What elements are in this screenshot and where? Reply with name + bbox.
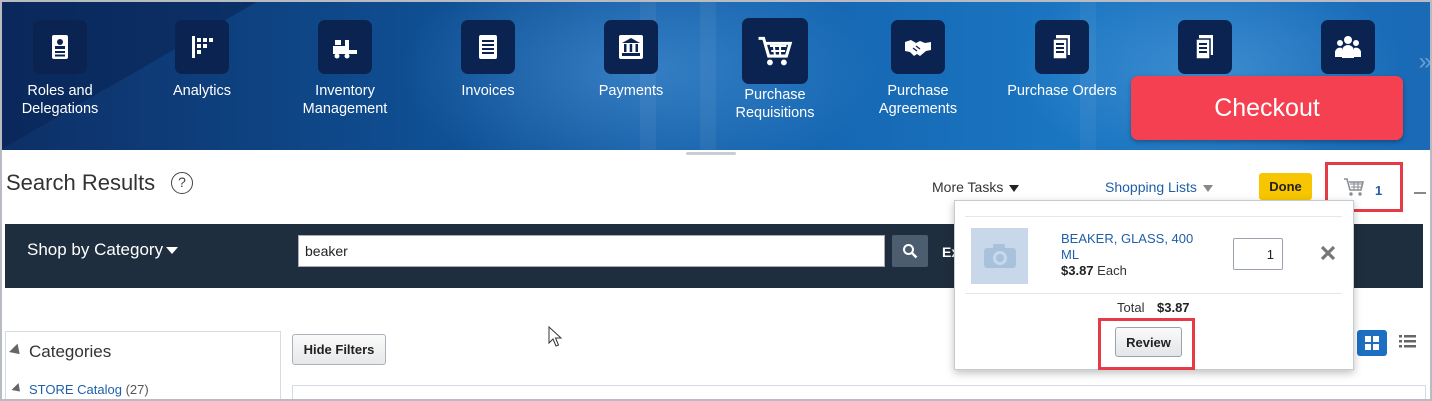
- nav-tile-team[interactable]: [1278, 20, 1418, 82]
- cart-item-name-link[interactable]: BEAKER, GLASS, 400 ML: [1061, 231, 1211, 263]
- done-button[interactable]: Done: [1259, 173, 1312, 200]
- nav-invoices[interactable]: Invoices: [418, 20, 558, 100]
- checkout-callout[interactable]: Checkout: [1131, 76, 1403, 140]
- shop-by-category-label: Shop by Category: [27, 240, 164, 259]
- inventory-icon: [318, 20, 372, 74]
- nav-label: Purchase: [744, 87, 806, 103]
- category-count: (27): [125, 382, 149, 397]
- shop-by-category-menu[interactable]: Shop by Category: [27, 240, 179, 260]
- handshake-icon: [891, 20, 945, 74]
- category-item-store-catalog[interactable]: STORE Catalog (27): [11, 382, 149, 397]
- search-input[interactable]: [298, 235, 885, 267]
- list-view-icon[interactable]: [1399, 334, 1417, 348]
- nav-tile-documents[interactable]: [1135, 20, 1275, 82]
- nav-label: Analytics: [172, 83, 232, 99]
- nav-more-chevron-icon[interactable]: »: [1419, 48, 1432, 76]
- nav-inventory-management[interactable]: Inventory Management: [275, 20, 415, 118]
- grid-view-icon: [1365, 336, 1379, 350]
- cart-total-label: Total: [1117, 300, 1145, 315]
- expand-triangle-icon: [9, 343, 24, 358]
- document-icon: [1035, 20, 1089, 74]
- category-label: STORE Catalog: [29, 382, 122, 397]
- categories-title: Categories: [29, 342, 112, 361]
- grid-view-button[interactable]: [1357, 330, 1387, 356]
- caret-down-icon: [1009, 184, 1020, 192]
- cart-total-value: $3.87: [1157, 300, 1190, 315]
- hide-filters-button[interactable]: Hide Filters: [292, 334, 386, 365]
- nav-label: Agreements: [878, 101, 958, 117]
- nav-label: Roles and: [27, 83, 93, 99]
- cart-item-price: $3.87 Each: [1061, 263, 1127, 278]
- nav-purchase-requisitions[interactable]: Purchase Requisitions: [705, 18, 845, 122]
- nav-label: Payments: [598, 83, 664, 99]
- document-icon: [1178, 20, 1232, 74]
- page-title: Search Results: [6, 170, 156, 195]
- nav-label: Requisitions: [735, 105, 815, 121]
- nav-payments[interactable]: Payments: [561, 20, 701, 100]
- nav-label: Management: [302, 101, 388, 117]
- mouse-pointer-icon: [548, 326, 562, 347]
- remove-item-icon[interactable]: [1319, 244, 1337, 262]
- roles-delegations-icon: [33, 20, 87, 74]
- shopping-lists-label: Shopping Lists: [1105, 179, 1197, 195]
- resize-grip[interactable]: [686, 152, 736, 155]
- invoices-icon: [461, 20, 515, 74]
- team-icon: [1321, 20, 1375, 74]
- nav-purchase-agreements[interactable]: Purchase Agreements: [848, 20, 988, 118]
- camera-placeholder-icon: [983, 244, 1016, 268]
- divider: [965, 293, 1342, 294]
- more-tasks-menu[interactable]: More Tasks: [932, 179, 1020, 195]
- item-unit: Each: [1097, 263, 1127, 278]
- analytics-icon: [175, 20, 229, 74]
- nav-label: Invoices: [461, 83, 515, 99]
- quantity-input[interactable]: [1233, 238, 1283, 270]
- nav-label: Inventory: [315, 83, 375, 99]
- more-tasks-label: More Tasks: [932, 179, 1004, 195]
- search-button[interactable]: [892, 235, 928, 267]
- item-thumbnail[interactable]: [971, 228, 1028, 284]
- caret-down-icon: [166, 247, 179, 255]
- cart-icon: [742, 18, 808, 84]
- shopping-cart-icon[interactable]: [1343, 176, 1367, 198]
- cart-count-badge[interactable]: 1: [1375, 183, 1382, 198]
- review-button[interactable]: Review: [1115, 327, 1182, 357]
- search-icon: [903, 244, 918, 259]
- categories-header[interactable]: Categories: [9, 342, 112, 362]
- nav-label: Delegations: [21, 101, 99, 117]
- caret-down-icon: [1202, 184, 1213, 192]
- collapse-icon[interactable]: [1414, 192, 1426, 194]
- results-panel: [292, 385, 1426, 401]
- payments-icon: [604, 20, 658, 74]
- help-icon[interactable]: ?: [171, 172, 193, 194]
- expand-triangle-icon: [11, 382, 24, 395]
- item-price-value: $3.87: [1061, 263, 1094, 278]
- nav-label: Purchase Orders: [1007, 83, 1117, 99]
- divider: [965, 216, 1342, 217]
- nav-purchase-orders[interactable]: Purchase Orders: [992, 20, 1132, 100]
- nav-label: Purchase: [887, 83, 949, 99]
- nav-roles-delegations[interactable]: Roles and Delegations: [0, 20, 130, 118]
- nav-analytics[interactable]: Analytics: [132, 20, 272, 100]
- shopping-lists-menu[interactable]: Shopping Lists: [1105, 179, 1213, 195]
